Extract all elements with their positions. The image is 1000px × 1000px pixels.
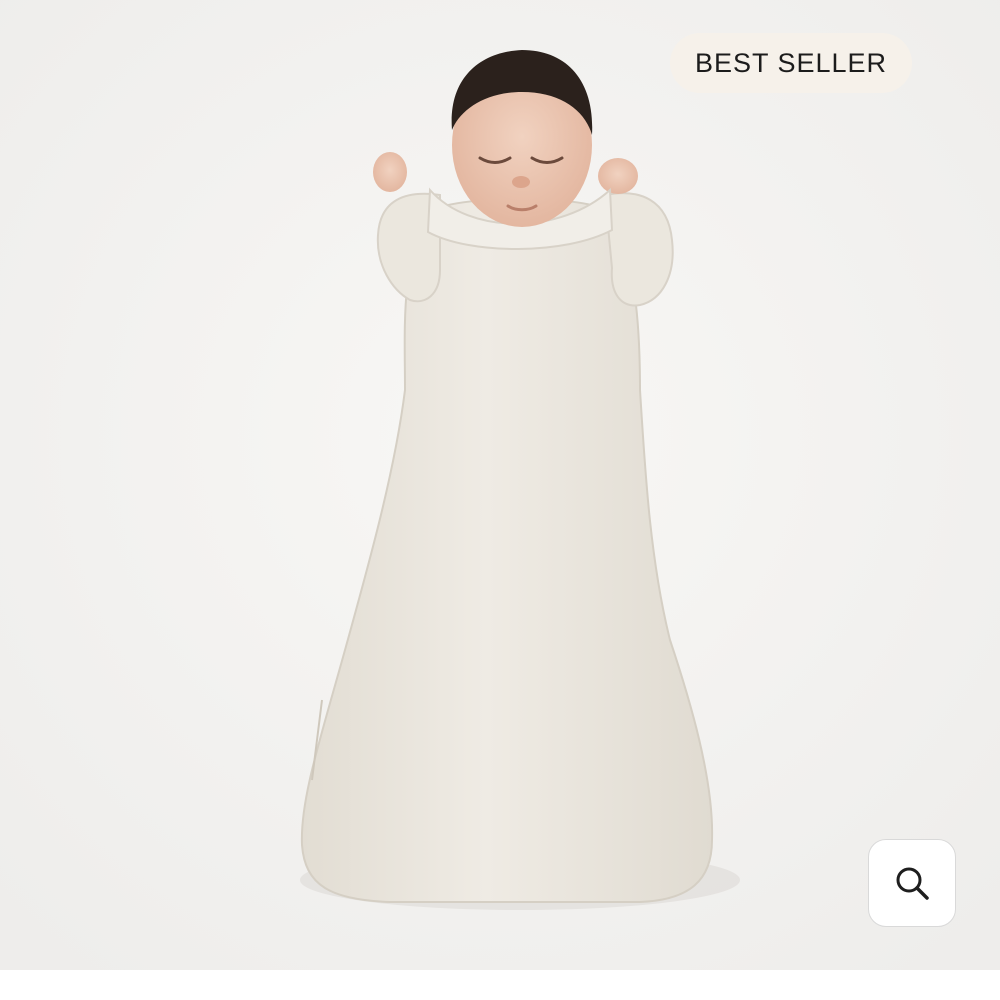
- baby-sleep-sack-illustration: [0, 0, 1000, 970]
- bottom-divider: [0, 970, 1000, 1000]
- product-photo[interactable]: [0, 0, 1000, 970]
- best-seller-label: BEST SELLER: [694, 47, 888, 78]
- zoom-button[interactable]: [868, 839, 956, 927]
- best-seller-badge: BEST SELLER: [670, 33, 912, 93]
- search-icon: [896, 867, 929, 900]
